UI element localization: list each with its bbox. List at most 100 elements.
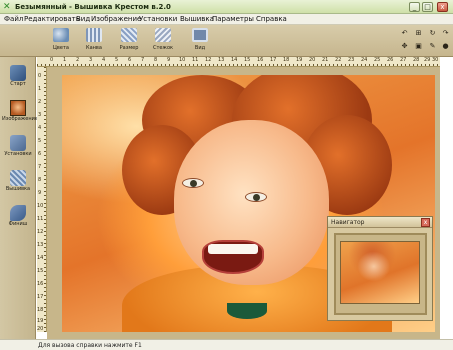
menu-help[interactable]: Справка xyxy=(256,15,287,24)
view-label: Вид xyxy=(194,45,206,51)
ruler-tick-label: 17 xyxy=(37,294,44,300)
sidebar-item-settings[interactable]: Установки xyxy=(2,135,34,167)
ruler-tick-label: 8 xyxy=(38,177,42,183)
pan-icon[interactable]: ✥ xyxy=(400,42,409,51)
image-icon xyxy=(10,100,26,116)
window-title: Безымянный - Вышивка Крестом в.2.0 xyxy=(15,3,171,11)
title-bar: ✕ Безымянный - Вышивка Крестом в.2.0 _ □… xyxy=(0,0,453,14)
colors-label: Цвета xyxy=(53,45,69,51)
left-ruler: 0 1 2 3 4 5 6 7 8 9 10 11 12 13 14 15 16… xyxy=(37,67,47,332)
app-icon: ✕ xyxy=(3,2,11,12)
menu-file[interactable]: Файл xyxy=(4,15,23,24)
menu-embroidery[interactable]: Вышивка xyxy=(180,15,214,24)
canvas-grid-icon xyxy=(86,28,102,42)
navigator-thumbnail[interactable] xyxy=(340,241,420,304)
ruler-tick-label: 16 xyxy=(37,281,44,287)
ruler-tick-label: 10 xyxy=(179,57,186,63)
ruler-tick-label: 1 xyxy=(38,86,42,92)
ruler-tick-label: 26 xyxy=(387,57,394,63)
stitch-button[interactable]: Стежок xyxy=(149,28,177,55)
embroidery-icon xyxy=(10,170,26,186)
redo-icon[interactable]: ↷ xyxy=(441,29,450,38)
close-button[interactable]: x xyxy=(437,2,448,12)
menu-edit[interactable]: Редактировать xyxy=(24,15,80,24)
toolbar: Цвета Канва Размер Стежок Вид ↶ ⊞ ↻ ↷ ✥ … xyxy=(0,25,453,57)
undo-icon[interactable]: ↶ xyxy=(400,29,409,38)
ruler-tick-label: 24 xyxy=(361,57,368,63)
ruler-tick-label: 8 xyxy=(154,57,158,63)
navigator-title-bar[interactable]: Навигатор x xyxy=(328,217,432,228)
size-label: Размер xyxy=(119,45,139,51)
sidebar-item-finish[interactable]: Финиш xyxy=(2,205,34,237)
circle-icon[interactable]: ● xyxy=(441,42,450,51)
palette-icon xyxy=(53,28,69,42)
ruler-tick-label: 10 xyxy=(37,203,44,209)
menu-view[interactable]: Вид xyxy=(76,15,90,24)
ruler-tick-label: 2 xyxy=(38,99,42,105)
canvas-button[interactable]: Канва xyxy=(80,28,108,55)
ruler-tick-label: 15 xyxy=(37,268,44,274)
sidebar-item-start[interactable]: Старт xyxy=(2,65,34,97)
ruler-tick-label: 11 xyxy=(192,57,199,63)
minimize-button[interactable]: _ xyxy=(409,2,420,12)
sidebar-item-embroidery[interactable]: Вышивка xyxy=(2,170,34,202)
ruler-tick-label: 19 xyxy=(296,57,303,63)
fit-icon[interactable]: ▣ xyxy=(414,42,423,51)
ruler-tick-label: 3 xyxy=(89,57,93,63)
rotate-icon[interactable]: ↻ xyxy=(428,29,437,38)
sidebar-item-label: Финиш xyxy=(8,221,28,227)
ruler-tick-label: 4 xyxy=(38,125,42,131)
ruler-tick-label: 1 xyxy=(63,57,67,63)
ruler-tick-label: 20 xyxy=(309,57,316,63)
ruler-tick-label: 6 xyxy=(128,57,132,63)
resize-icon xyxy=(121,28,137,42)
ruler-tick-label: 0 xyxy=(50,57,54,63)
view-button[interactable]: Вид xyxy=(186,28,214,55)
ruler-tick-label: 14 xyxy=(37,255,44,261)
sidebar-item-label: Старт xyxy=(10,81,26,87)
ruler-tick-label: 14 xyxy=(231,57,238,63)
zoom-icon[interactable]: ⊞ xyxy=(414,29,423,38)
ruler-tick-label: 21 xyxy=(322,57,329,63)
ruler-tick-label: 25 xyxy=(374,57,381,63)
menu-settings[interactable]: Установки xyxy=(139,15,177,24)
menu-image[interactable]: Изображение xyxy=(91,15,141,24)
ruler-tick-label: 18 xyxy=(283,57,290,63)
stitch-label: Стежок xyxy=(152,45,174,51)
ruler-tick-label: 16 xyxy=(257,57,264,63)
ruler-tick-label: 2 xyxy=(76,57,80,63)
ruler-tick-label: 30 xyxy=(432,57,439,63)
finish-icon xyxy=(10,205,26,221)
canvas-label: Канва xyxy=(86,45,102,51)
pencil-icon[interactable]: ✎ xyxy=(428,42,437,51)
ruler-tick-label: 18 xyxy=(37,307,44,313)
left-panel: Старт Изображение Установки Вышивка Фини… xyxy=(0,57,38,339)
ruler-tick-label: 4 xyxy=(102,57,106,63)
size-button[interactable]: Размер xyxy=(115,28,143,55)
ruler-tick-label: 29 xyxy=(424,57,431,63)
top-ruler: 0 1 2 3 4 5 6 7 8 9 10 11 12 13 14 15 16… xyxy=(37,57,440,67)
view-icon xyxy=(192,28,208,42)
ruler-tick-label: 6 xyxy=(38,151,42,157)
sidebar-item-image[interactable]: Изображение xyxy=(2,100,38,132)
ruler-tick-label: 23 xyxy=(348,57,355,63)
ruler-tick-label: 19 xyxy=(37,318,44,324)
maximize-button[interactable]: □ xyxy=(422,2,433,12)
collar-shape xyxy=(227,303,267,319)
ruler-tick-label: 15 xyxy=(244,57,251,63)
ruler-tick-label: 9 xyxy=(38,190,42,196)
ruler-tick-label: 9 xyxy=(167,57,171,63)
menu-bar: Файл Редактировать Вид Изображение Устан… xyxy=(0,14,453,25)
mouth-shape xyxy=(202,240,264,274)
ruler-tick-label: 17 xyxy=(270,57,277,63)
colors-button[interactable]: Цвета xyxy=(47,28,75,55)
sidebar-item-label: Установки xyxy=(4,151,32,157)
menu-parameters[interactable]: Параметры xyxy=(212,15,254,24)
ruler-tick-label: 13 xyxy=(218,57,225,63)
ruler-tick-label: 5 xyxy=(115,57,119,63)
stitch-icon xyxy=(155,28,171,42)
navigator-close-button[interactable]: x xyxy=(421,218,430,227)
ruler-tick-label: 27 xyxy=(400,57,407,63)
navigator-window[interactable]: Навигатор x xyxy=(327,216,433,321)
ruler-tick-label: 7 xyxy=(141,57,145,63)
